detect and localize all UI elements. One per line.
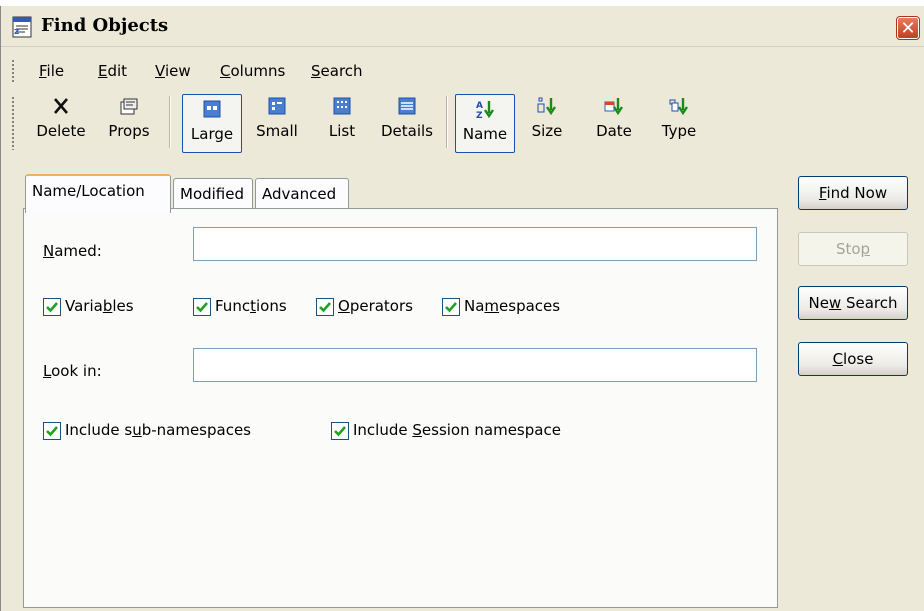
view-details-button[interactable]: Details xyxy=(375,92,439,152)
sort-size-button[interactable]: Size xyxy=(524,92,570,152)
include-session-namespace-checkbox[interactable] xyxy=(331,422,349,440)
toolbar-separator xyxy=(446,96,448,148)
props-button[interactable]: Props xyxy=(99,92,159,152)
sort-date-icon xyxy=(604,98,623,116)
toolbar-grip-icon[interactable] xyxy=(11,96,15,150)
look-in-label: Look in: xyxy=(43,362,102,380)
include-subnamespaces-label: Include sub-namespaces xyxy=(65,421,251,439)
operators-checkbox[interactable] xyxy=(316,298,334,316)
variables-label: Variables xyxy=(65,297,134,315)
svg-text:A: A xyxy=(476,101,483,111)
view-small-button[interactable]: Small xyxy=(252,92,302,152)
namespaces-label: Namespaces xyxy=(464,297,561,315)
functions-checkbox[interactable] xyxy=(193,298,211,316)
tab-advanced[interactable]: Advanced xyxy=(255,178,349,209)
sort-size-icon xyxy=(537,97,556,116)
sort-type-icon xyxy=(669,98,688,116)
view-large-button[interactable]: Large xyxy=(182,94,242,153)
close-window-button[interactable]: ✕ xyxy=(896,16,920,40)
large-icons-icon xyxy=(203,100,221,118)
tab-modified[interactable]: Modified xyxy=(173,178,253,209)
include-subnamespaces-checkbox[interactable] xyxy=(43,422,61,440)
variables-checkbox[interactable] xyxy=(43,298,61,316)
look-in-input[interactable] xyxy=(193,348,757,382)
menu-file[interactable]: File xyxy=(39,62,64,80)
named-input[interactable] xyxy=(193,227,757,261)
tab-panel: Named: Variables Functions Operators Nam… xyxy=(23,208,778,608)
sort-name-button[interactable]: AZ Name xyxy=(455,94,515,153)
toolbar-separator xyxy=(169,96,171,148)
title-bar[interactable]: z Find Objects ✕ xyxy=(1,6,924,47)
svg-text:Z: Z xyxy=(476,111,483,119)
sort-az-icon: AZ xyxy=(476,101,494,119)
menubar-grip-icon[interactable] xyxy=(11,59,15,83)
menu-view[interactable]: View xyxy=(155,62,191,80)
include-session-namespace-label: Include Session namespace xyxy=(353,421,561,439)
menu-search[interactable]: Search xyxy=(311,62,363,80)
namespaces-checkbox[interactable] xyxy=(442,298,460,316)
menu-edit[interactable]: Edit xyxy=(98,62,127,80)
menu-bar: File Edit View Columns Search xyxy=(1,57,924,85)
menu-columns[interactable]: Columns xyxy=(220,62,285,80)
view-list-button[interactable]: List xyxy=(319,92,365,152)
delete-button[interactable]: Delete xyxy=(31,92,91,152)
list-view-icon xyxy=(333,97,351,115)
named-label: Named: xyxy=(43,242,102,260)
stop-button[interactable]: Stop xyxy=(798,232,908,266)
delete-x-icon xyxy=(54,98,68,114)
close-button[interactable]: Close xyxy=(798,342,908,376)
functions-label: Functions xyxy=(215,297,287,315)
new-search-button[interactable]: New Search xyxy=(798,286,908,320)
sort-date-button[interactable]: Date xyxy=(589,92,639,152)
sort-type-button[interactable]: Type xyxy=(654,92,704,152)
find-objects-window: z Find Objects ✕ File Edit View Columns … xyxy=(0,6,924,611)
toolbar: Delete Props Large Small List Details AZ… xyxy=(1,92,924,156)
operators-label: Operators xyxy=(338,297,413,315)
find-now-button[interactable]: Find Now xyxy=(798,176,908,210)
svg-text:z: z xyxy=(14,27,19,37)
window-title: Find Objects xyxy=(41,15,169,36)
app-icon: z xyxy=(12,16,32,38)
tab-name-location[interactable]: Name/Location xyxy=(25,174,171,213)
properties-icon xyxy=(120,98,138,115)
small-icons-icon xyxy=(268,97,286,115)
details-view-icon xyxy=(398,97,416,115)
